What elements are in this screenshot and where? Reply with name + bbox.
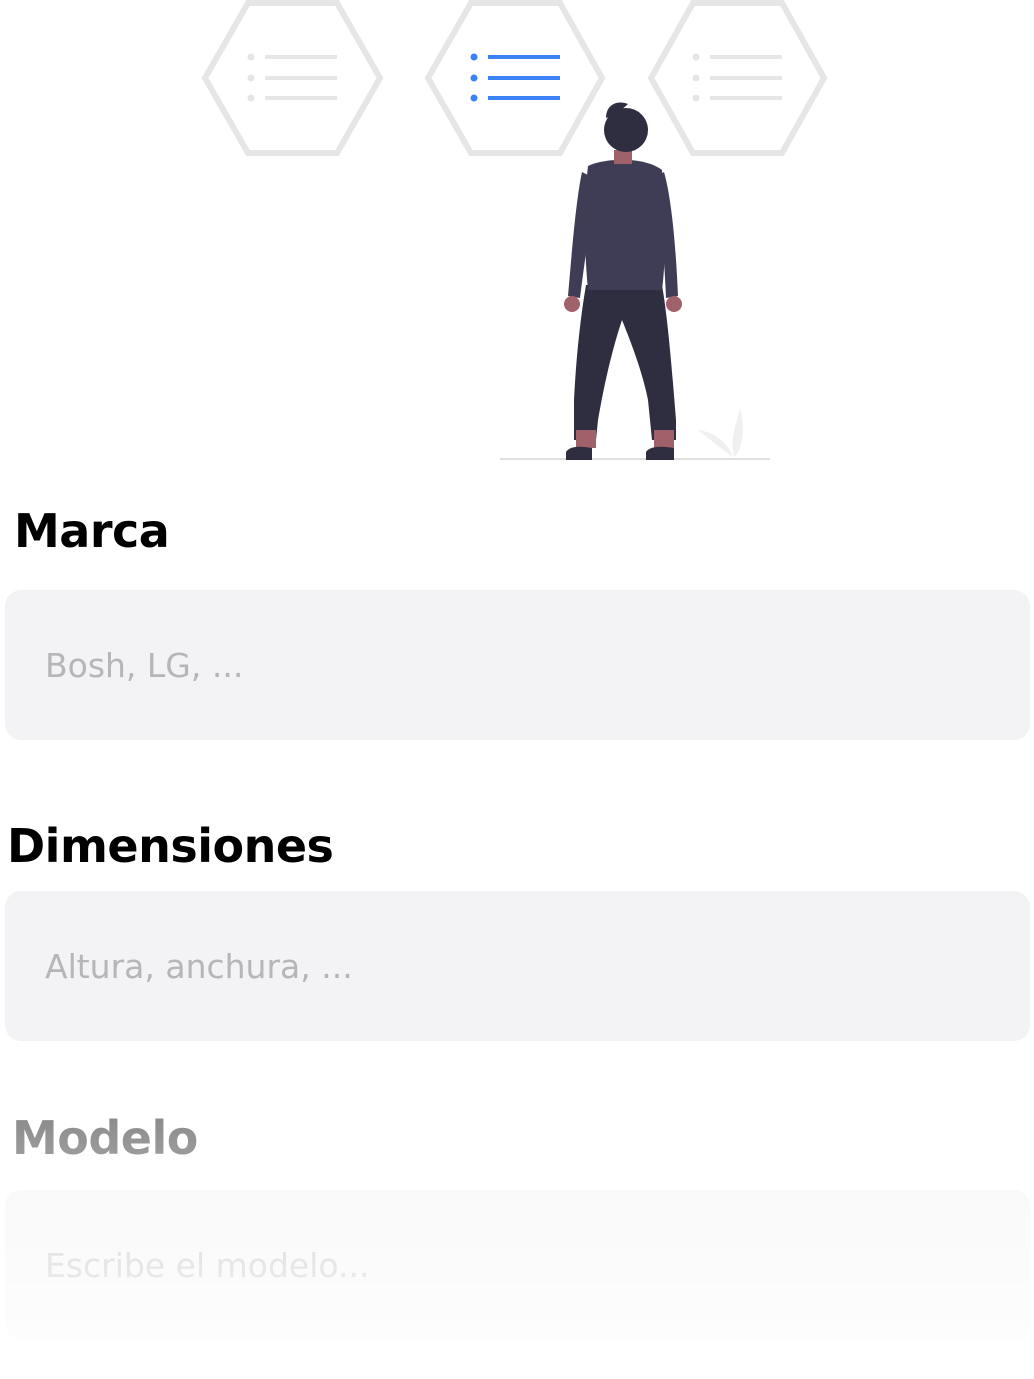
dimensiones-input[interactable] — [5, 891, 1030, 1041]
plant-icon — [698, 408, 743, 457]
hero-illustration — [201, 0, 828, 460]
person-figure — [564, 102, 682, 460]
modelo-field[interactable] — [5, 1190, 1030, 1340]
modelo-input[interactable] — [5, 1190, 1030, 1340]
dimensiones-label: Dimensiones — [7, 819, 334, 873]
hexagon-list-icon-active — [424, 0, 606, 156]
marca-label: Marca — [14, 504, 170, 558]
hexagon-list-icon-left — [201, 0, 384, 156]
modelo-label: Modelo — [12, 1111, 198, 1165]
hexagon-list-icon-right — [647, 0, 828, 156]
marca-field[interactable] — [5, 590, 1030, 740]
marca-input[interactable] — [5, 590, 1030, 740]
dimensiones-field[interactable] — [5, 891, 1030, 1041]
